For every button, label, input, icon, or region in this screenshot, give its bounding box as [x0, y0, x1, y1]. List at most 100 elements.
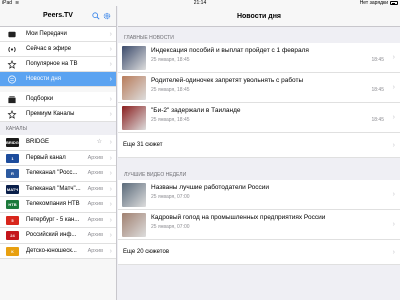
- broadcast-icon: [8, 46, 16, 53]
- section-label: ЛУЧШИЕ ВИДЕО НЕДЕЛИ: [124, 172, 187, 178]
- news-item[interactable]: Индексация пособий и выплат пройдет с 1 …: [118, 43, 400, 73]
- channel-name: Российский инф...: [26, 232, 77, 238]
- star-outline-icon: [7, 60, 17, 69]
- star-outline-icon: [7, 110, 17, 119]
- gear-icon[interactable]: [103, 12, 111, 20]
- news-headline: Названы лучшие работодатели России: [151, 184, 269, 191]
- archive-label[interactable]: Архив: [88, 197, 103, 213]
- sidebar-header: Peers.TV: [0, 6, 116, 27]
- chevron-right-icon: ›: [109, 247, 112, 255]
- chevron-right-icon: ›: [109, 31, 112, 38]
- chevron-right-icon: ›: [109, 170, 112, 177]
- news-date: 25 января, 18:45: [151, 57, 190, 63]
- channel-item[interactable]: 1 Первый канал Архив ›: [0, 150, 116, 167]
- collection-icon: [8, 96, 16, 104]
- chevron-right-icon: ›: [109, 111, 112, 118]
- archive-label[interactable]: Архив: [88, 228, 103, 244]
- news-headline: Индексация пособий и выплат пройдет с 1 …: [151, 47, 309, 54]
- channel-logo: 1: [6, 153, 19, 163]
- main-panel: Новости дня ГЛАВНЫЕ НОВОСТИ Индексация по…: [118, 6, 400, 300]
- channel-item[interactable]: 5 Петербург - 5 кан... Архив ›: [0, 212, 116, 229]
- archive-label[interactable]: Архив: [88, 166, 103, 182]
- news-time: 18:45: [371, 87, 384, 93]
- channel-item[interactable]: НТВ Телекомпания НТВ Архив ›: [0, 197, 116, 213]
- archive-label[interactable]: Архив: [88, 151, 103, 167]
- chevron-right-icon: ›: [392, 54, 395, 61]
- chevron-right-icon: ›: [109, 154, 112, 162]
- more-stories-button[interactable]: Еще 20 сюжетов ›: [118, 240, 400, 265]
- sidebar-item[interactable]: Мои Передачи ›: [0, 27, 116, 42]
- news-headline: "Би-2" задержали в Таиланде: [151, 107, 241, 114]
- archive-label[interactable]: Архив: [88, 244, 103, 260]
- news-date: 25 января, 18:45: [151, 87, 190, 93]
- news-time: 18:45: [371, 57, 384, 63]
- sidebar-item-label: Мои Передачи: [26, 31, 67, 37]
- channel-logo: 5: [6, 215, 19, 225]
- news-item[interactable]: "Би-2" задержали в Таиланде 25 января, 18…: [118, 103, 400, 133]
- chevron-right-icon: ›: [109, 232, 112, 239]
- news-thumbnail: [122, 46, 146, 70]
- channel-name: Детско-юношеск...: [26, 247, 77, 254]
- channel-name: BRIDGE: [26, 139, 50, 145]
- channel-logo: BRIDGE: [6, 138, 19, 147]
- chevron-right-icon: ›: [109, 96, 112, 103]
- chevron-right-icon: ›: [109, 61, 112, 68]
- archive-label[interactable]: Архив: [88, 182, 103, 198]
- chevron-right-icon: ›: [109, 139, 112, 146]
- channel-name: Петербург - 5 кан...: [26, 216, 80, 223]
- chevron-right-icon: ›: [109, 185, 112, 193]
- news-date: 25 января, 18:45: [151, 117, 190, 123]
- more-stories-button[interactable]: Еще 31 сюжет ›: [118, 133, 400, 158]
- sidebar-item[interactable]: Новости дня ›: [0, 72, 116, 87]
- sidebar-item-label: Премиум Каналы: [26, 111, 75, 117]
- channel-name: Телеканал "Матч"...: [26, 185, 81, 192]
- chevron-right-icon: ›: [392, 191, 395, 198]
- channel-logo: МАТЧ: [6, 184, 19, 194]
- page-title: Новости дня: [118, 6, 400, 27]
- channel-item[interactable]: 24 Российский инф... Архив ›: [0, 228, 116, 244]
- more-stories-label: Еще 20 сюжетов: [123, 249, 170, 255]
- chevron-right-icon: ›: [392, 114, 395, 121]
- chevron-right-icon: ›: [392, 84, 395, 91]
- battery-icon: [390, 1, 398, 5]
- channel-logo: R: [6, 169, 19, 178]
- news-item[interactable]: Родителей-одиночек запретят увольнять с …: [118, 73, 400, 103]
- channel-logo: 24: [6, 231, 19, 240]
- news-date: 25 января, 07:00: [151, 224, 190, 230]
- section-label: ГЛАВНЫЕ НОВОСТИ: [124, 35, 174, 41]
- chevron-right-icon: ›: [109, 46, 112, 53]
- sidebar-item-label: Подборки: [26, 96, 54, 102]
- favorite-star-icon[interactable]: ☆: [97, 135, 102, 151]
- sidebar-item[interactable]: Популярное на ТВ ›: [0, 57, 116, 72]
- chevron-right-icon: ›: [392, 221, 395, 228]
- news-time: 18:45: [371, 117, 384, 123]
- sidebar: Peers.TV Мои Передачи › Сейчас в эфире › Поп…: [0, 6, 117, 300]
- chevron-right-icon: ›: [392, 249, 395, 256]
- channel-name: Телеканал "Росс...: [26, 170, 78, 176]
- sidebar-item-label: Популярное на ТВ: [26, 61, 78, 67]
- channel-item[interactable]: МАТЧ Телеканал "Матч"... Архив ›: [0, 181, 116, 198]
- channel-item[interactable]: R Телеканал "Росс... Архив ›: [0, 166, 116, 182]
- channel-item[interactable]: К Детско-юношеск... Архив ›: [0, 243, 116, 260]
- channel-name: Первый канал: [26, 154, 66, 161]
- news-item[interactable]: Названы лучшие работодатели России 25 янв…: [118, 180, 400, 210]
- news-date: 25 января, 07:00: [151, 194, 190, 200]
- sidebar-item[interactable]: Подборки ›: [0, 92, 116, 107]
- channel-item[interactable]: BRIDGE BRIDGE ☆ ›: [0, 135, 116, 151]
- news-thumbnail: [122, 106, 146, 130]
- news-thumbnail: [122, 183, 146, 207]
- channels-section-label: КАНАЛЫ: [0, 122, 116, 135]
- chevron-right-icon: ›: [109, 201, 112, 208]
- channel-logo: НТВ: [6, 200, 19, 209]
- sidebar-item-label: Новости дня: [26, 76, 61, 82]
- sidebar-item-label: Сейчас в эфире: [26, 46, 72, 52]
- channel-logo: К: [6, 246, 19, 256]
- sidebar-item[interactable]: Премиум Каналы ›: [0, 107, 116, 122]
- news-headline: Родителей-одиночек запретят увольнять с …: [151, 77, 304, 84]
- sidebar-item[interactable]: Сейчас в эфире ›: [0, 42, 116, 57]
- news-thumbnail: [122, 213, 146, 237]
- search-icon[interactable]: [92, 12, 100, 20]
- archive-label[interactable]: Архив: [88, 213, 103, 229]
- news-item[interactable]: Кадровый голод на промышленных предприят…: [118, 210, 400, 240]
- channel-name: Телекомпания НТВ: [26, 201, 80, 207]
